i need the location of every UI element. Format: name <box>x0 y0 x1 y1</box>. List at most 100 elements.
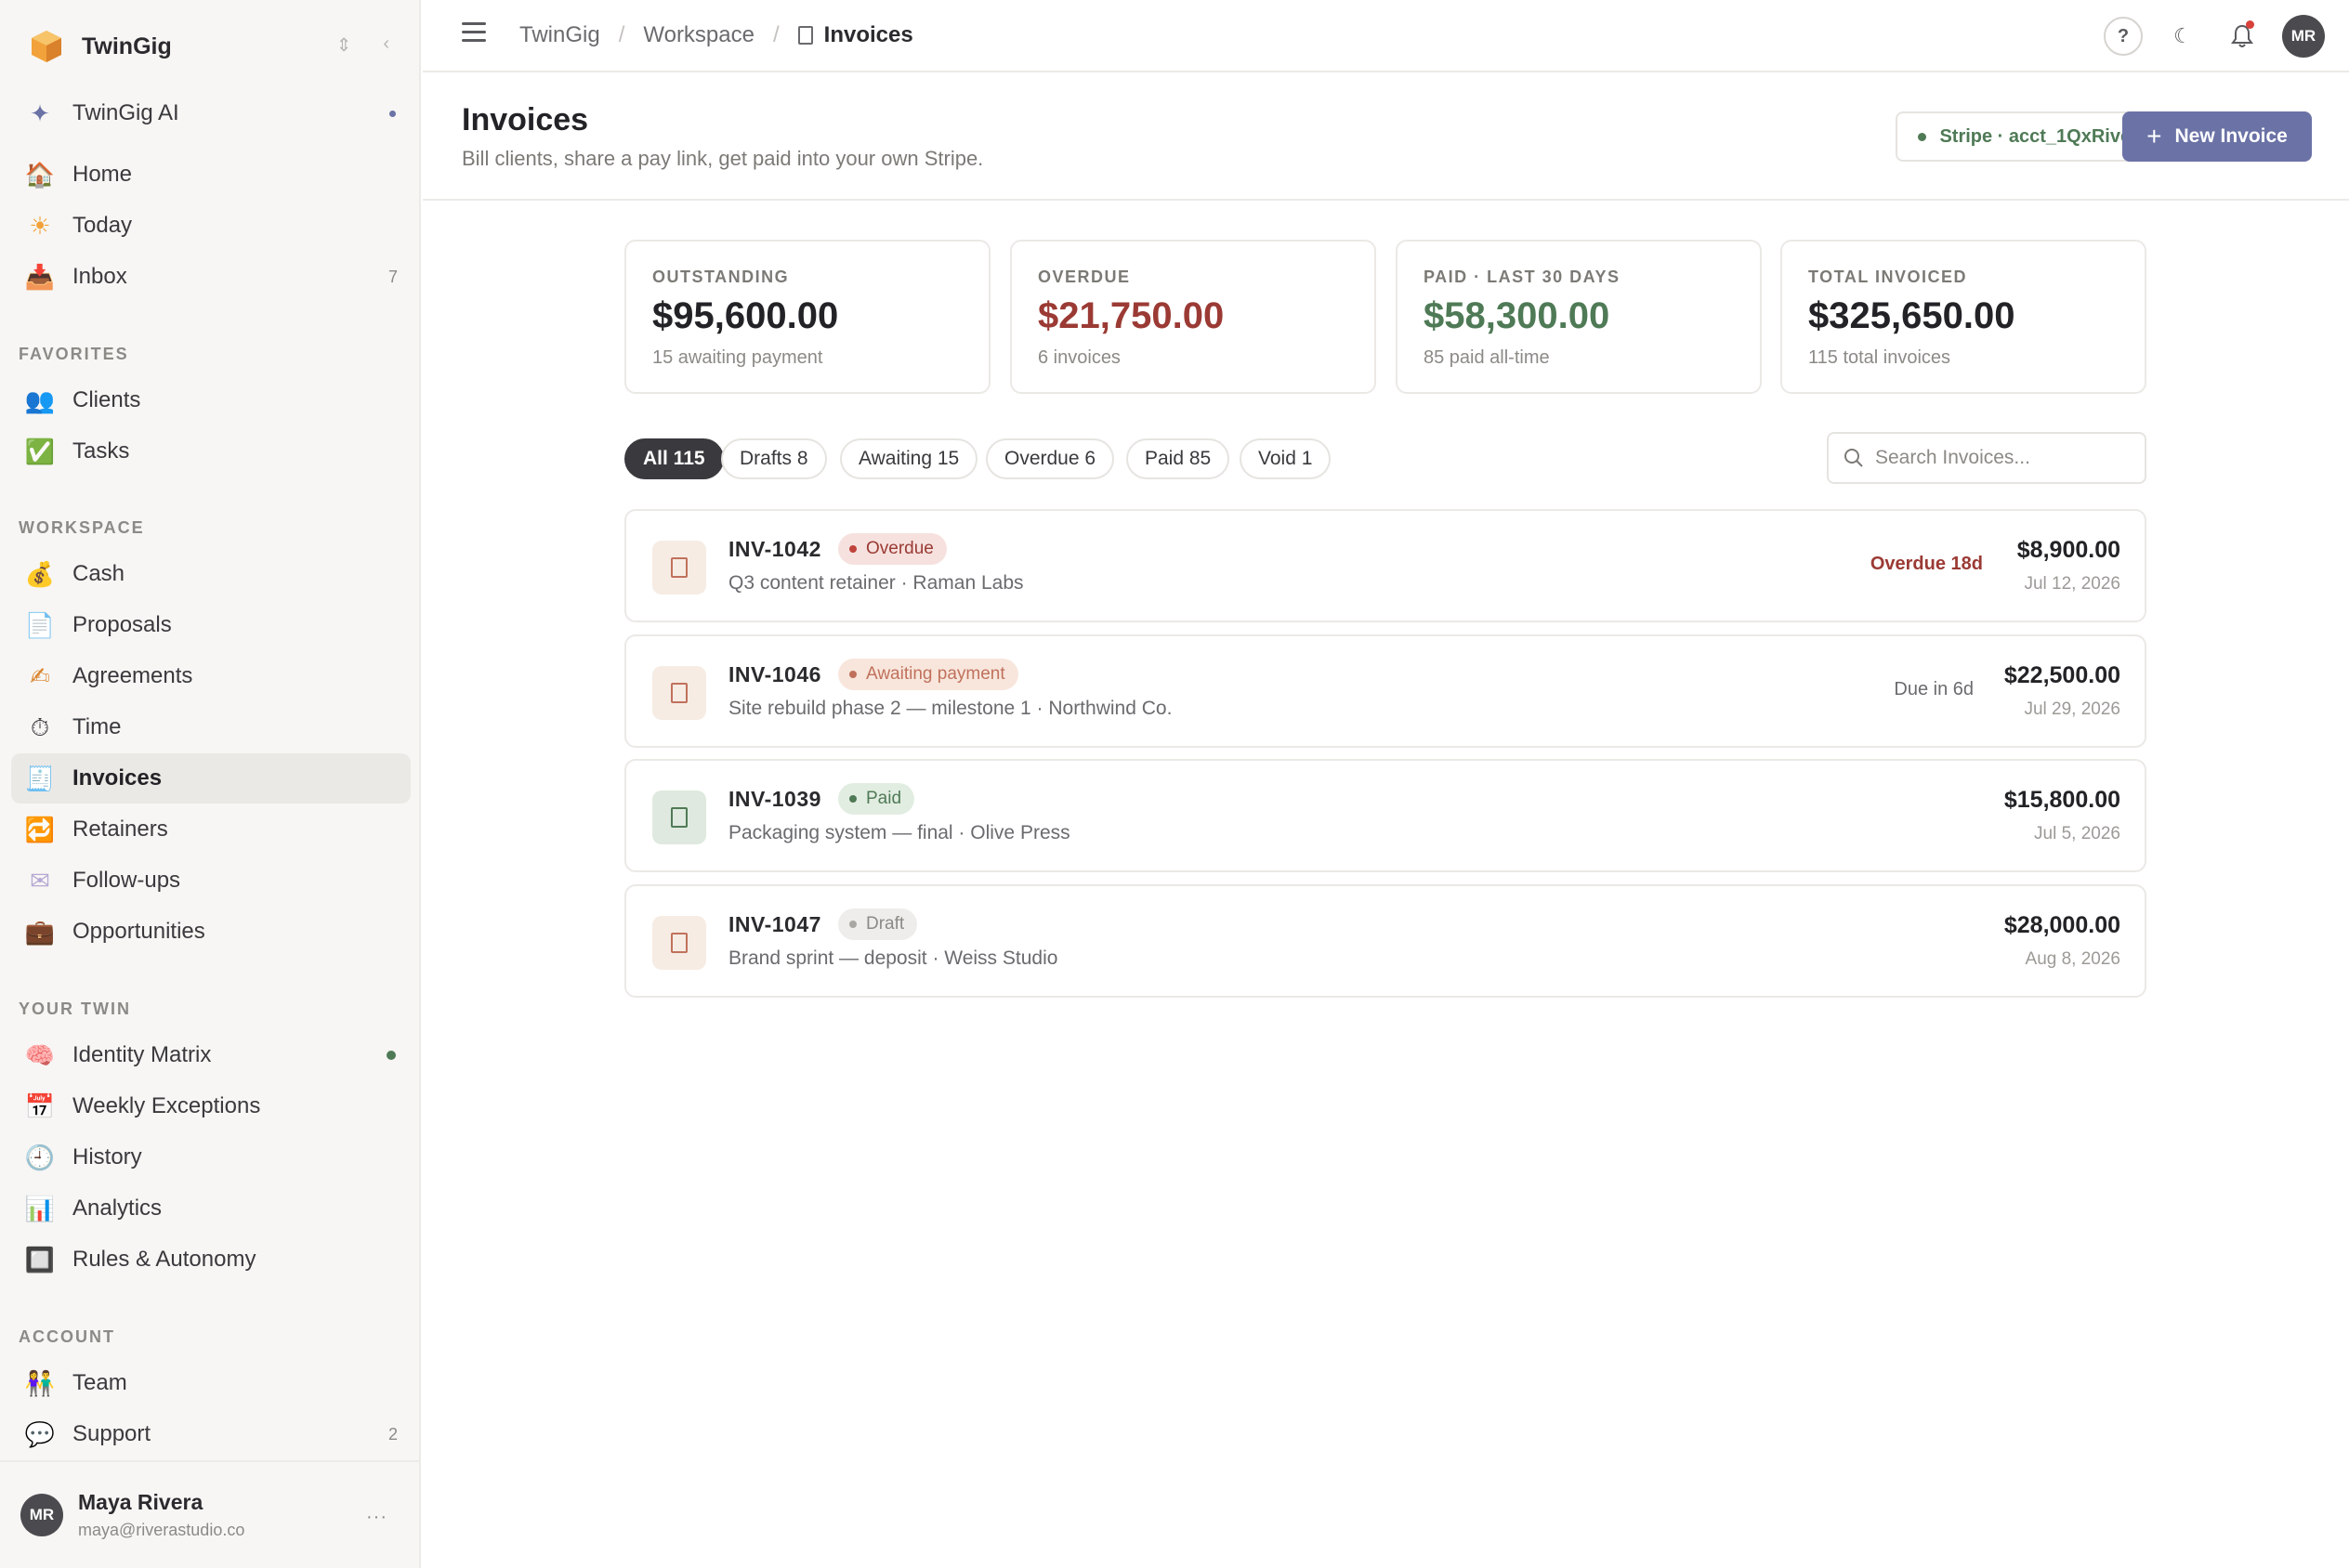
invoice-description: Brand sprint — deposit · Weiss Studio <box>728 947 1058 969</box>
search-input[interactable]: Search Invoices... <box>1827 432 2146 484</box>
calendar-icon: 📅 <box>24 1092 56 1120</box>
sidebar-item-history[interactable]: 🕘 History <box>11 1132 411 1183</box>
invoice-date: Jul 5, 2026 <box>2034 824 2120 843</box>
due-note: Due in 6d <box>1894 679 1974 699</box>
sidebar-item-label: Opportunities <box>72 919 205 944</box>
filter-all[interactable]: All 115 <box>624 438 724 479</box>
workspace-switcher[interactable]: TwinGig ⇕ ‹ <box>0 0 421 93</box>
stat-sub: 85 paid all-time <box>1424 347 1550 368</box>
sidebar-item-label: Today <box>72 213 133 238</box>
stopwatch-icon: ⏱ <box>30 713 50 741</box>
chat-bubble-icon: 💬 <box>24 1420 56 1448</box>
page-header: Invoices Bill clients, share a pay link,… <box>423 74 2349 201</box>
section-account-title: ACCOUNT <box>19 1327 115 1346</box>
sidebar-item-proposals[interactable]: 📄 Proposals <box>11 600 411 650</box>
invoice-row[interactable]: INV-1042 Overdue Q3 content retainer · R… <box>624 509 2146 622</box>
inbox-icon: 📥 <box>24 263 56 291</box>
stat-sub: 6 invoices <box>1038 347 1121 368</box>
sidebar-item-rules-autonomy[interactable]: 🔲 Rules & Autonomy <box>11 1235 411 1285</box>
briefcase-icon: 💼 <box>24 918 56 946</box>
signature-icon: ✍ <box>30 662 50 690</box>
invoice-icon <box>652 791 706 844</box>
invoice-description: Site rebuild phase 2 — milestone 1 · Nor… <box>728 698 1173 719</box>
sidebar-item-clients[interactable]: 👥 Clients <box>11 375 411 425</box>
invoice-amount: $22,500.00 <box>2003 662 2120 688</box>
search-placeholder: Search Invoices... <box>1875 447 2030 468</box>
avatar[interactable]: MR <box>2282 15 2325 58</box>
filter-paid[interactable]: Paid 85 <box>1126 438 1230 479</box>
connected-dot <box>1918 132 1927 141</box>
sidebar-item-label: History <box>72 1144 142 1169</box>
more-options-icon[interactable]: ··· <box>366 1507 387 1528</box>
sidebar-item-follow-ups[interactable]: ✉ Follow-ups <box>11 856 411 906</box>
sidebar-item-twingig-ai[interactable]: ✦ TwinGig AI <box>11 88 411 138</box>
sidebar-item-time[interactable]: ⏱ Time <box>11 702 411 752</box>
sidebar-item-team[interactable]: 👫 Team <box>11 1358 411 1408</box>
menu-icon[interactable] <box>462 22 486 45</box>
twingig-logo-icon <box>32 31 61 62</box>
sidebar-item-support[interactable]: 💬 Support 2 <box>11 1409 411 1459</box>
status-badge: Awaiting payment <box>838 659 1018 690</box>
sidebar-item-home[interactable]: 🏠 Home <box>11 150 411 200</box>
filter-drafts[interactable]: Drafts 8 <box>721 438 827 479</box>
sidebar-item-today[interactable]: ☀ Today <box>11 201 411 251</box>
sidebar-item-label: Identity Matrix <box>72 1042 212 1067</box>
breadcrumb: TwinGig / Workspace / Invoices <box>519 22 913 48</box>
receipt-icon: 🧾 <box>24 764 56 792</box>
sidebar-item-inbox[interactable]: 📥 Inbox 7 <box>11 252 411 302</box>
sidebar-item-invoices[interactable]: 🧾 Invoices <box>11 753 411 804</box>
switch-workspace-icon[interactable]: ⇕ <box>336 33 352 57</box>
stat-sub: 15 awaiting payment <box>652 347 823 368</box>
sidebar-item-label: Team <box>72 1370 127 1395</box>
filter-void[interactable]: Void 1 <box>1240 438 1332 479</box>
collapse-sidebar-icon[interactable]: ‹ <box>383 33 389 57</box>
user-profile[interactable]: MR Maya Rivera maya@riverastudio.co ··· <box>0 1460 421 1568</box>
sidebar-item-label: TwinGig AI <box>72 100 179 125</box>
stat-label: OUTSTANDING <box>652 268 790 286</box>
new-invoice-label: New Invoice <box>2174 125 2288 147</box>
sidebar-item-identity-matrix[interactable]: 🧠 Identity Matrix <box>11 1030 411 1080</box>
user-email: maya@riverastudio.co <box>78 1521 245 1539</box>
stat-label: OVERDUE <box>1038 268 1131 286</box>
sidebar-item-cash[interactable]: 💰 Cash <box>11 549 411 599</box>
invoice-row[interactable]: INV-1039 Paid Packaging system — final ·… <box>624 759 2146 872</box>
sidebar-item-opportunities[interactable]: 💼 Opportunities <box>11 907 411 957</box>
document-icon: 📄 <box>24 611 56 639</box>
filter-awaiting[interactable]: Awaiting 15 <box>840 438 978 479</box>
support-count-badge: 2 <box>387 1424 398 1444</box>
due-note: Overdue 18d <box>1870 554 1983 574</box>
sun-icon: ☀ <box>29 212 51 240</box>
stat-value: $58,300.00 <box>1424 295 1610 336</box>
brand-name: TwinGig <box>82 33 172 59</box>
repeat-icon: 🔁 <box>24 816 56 843</box>
clients-icon: 👥 <box>24 386 56 414</box>
status-label: Overdue <box>866 539 934 558</box>
breadcrumb-workspace[interactable]: Workspace <box>643 22 755 48</box>
bell-icon[interactable] <box>2223 17 2262 56</box>
invoice-icon <box>652 916 706 970</box>
sidebar-item-analytics[interactable]: 📊 Analytics <box>11 1183 411 1234</box>
help-icon[interactable]: ? <box>2104 17 2143 56</box>
moon-icon[interactable]: ☾ <box>2163 17 2202 56</box>
breadcrumb-twingig[interactable]: TwinGig <box>519 22 600 48</box>
home-icon: 🏠 <box>24 161 56 189</box>
sidebar-item-weekly-exceptions[interactable]: 📅 Weekly Exceptions <box>11 1081 411 1131</box>
search-icon <box>1844 449 1863 467</box>
invoice-row[interactable]: INV-1046 Awaiting payment Site rebuild p… <box>624 634 2146 748</box>
clock-icon: 🕘 <box>24 1143 56 1171</box>
sidebar-item-tasks[interactable]: ✅ Tasks <box>11 426 411 477</box>
status-dot <box>387 1051 396 1060</box>
status-label: Paid <box>866 789 902 808</box>
sidebar-item-agreements[interactable]: ✍ Agreements <box>11 651 411 701</box>
invoice-row[interactable]: INV-1047 Draft Brand sprint — deposit · … <box>624 884 2146 998</box>
breadcrumb-separator: / <box>618 22 625 47</box>
stat-label: TOTAL INVOICED <box>1808 268 1968 286</box>
filter-overdue[interactable]: Overdue 6 <box>986 438 1115 479</box>
sidebar-item-retainers[interactable]: 🔁 Retainers <box>11 804 411 855</box>
sidebar-item-label: Support <box>72 1421 151 1446</box>
section-workspace-title: WORKSPACE <box>19 518 145 537</box>
stripe-account-label: Stripe · acct_1QxRivera <box>1939 125 2148 147</box>
new-indicator-dot <box>389 110 396 117</box>
sidebar-item-label: Cash <box>72 561 125 586</box>
new-invoice-button[interactable]: + New Invoice <box>2122 111 2312 162</box>
